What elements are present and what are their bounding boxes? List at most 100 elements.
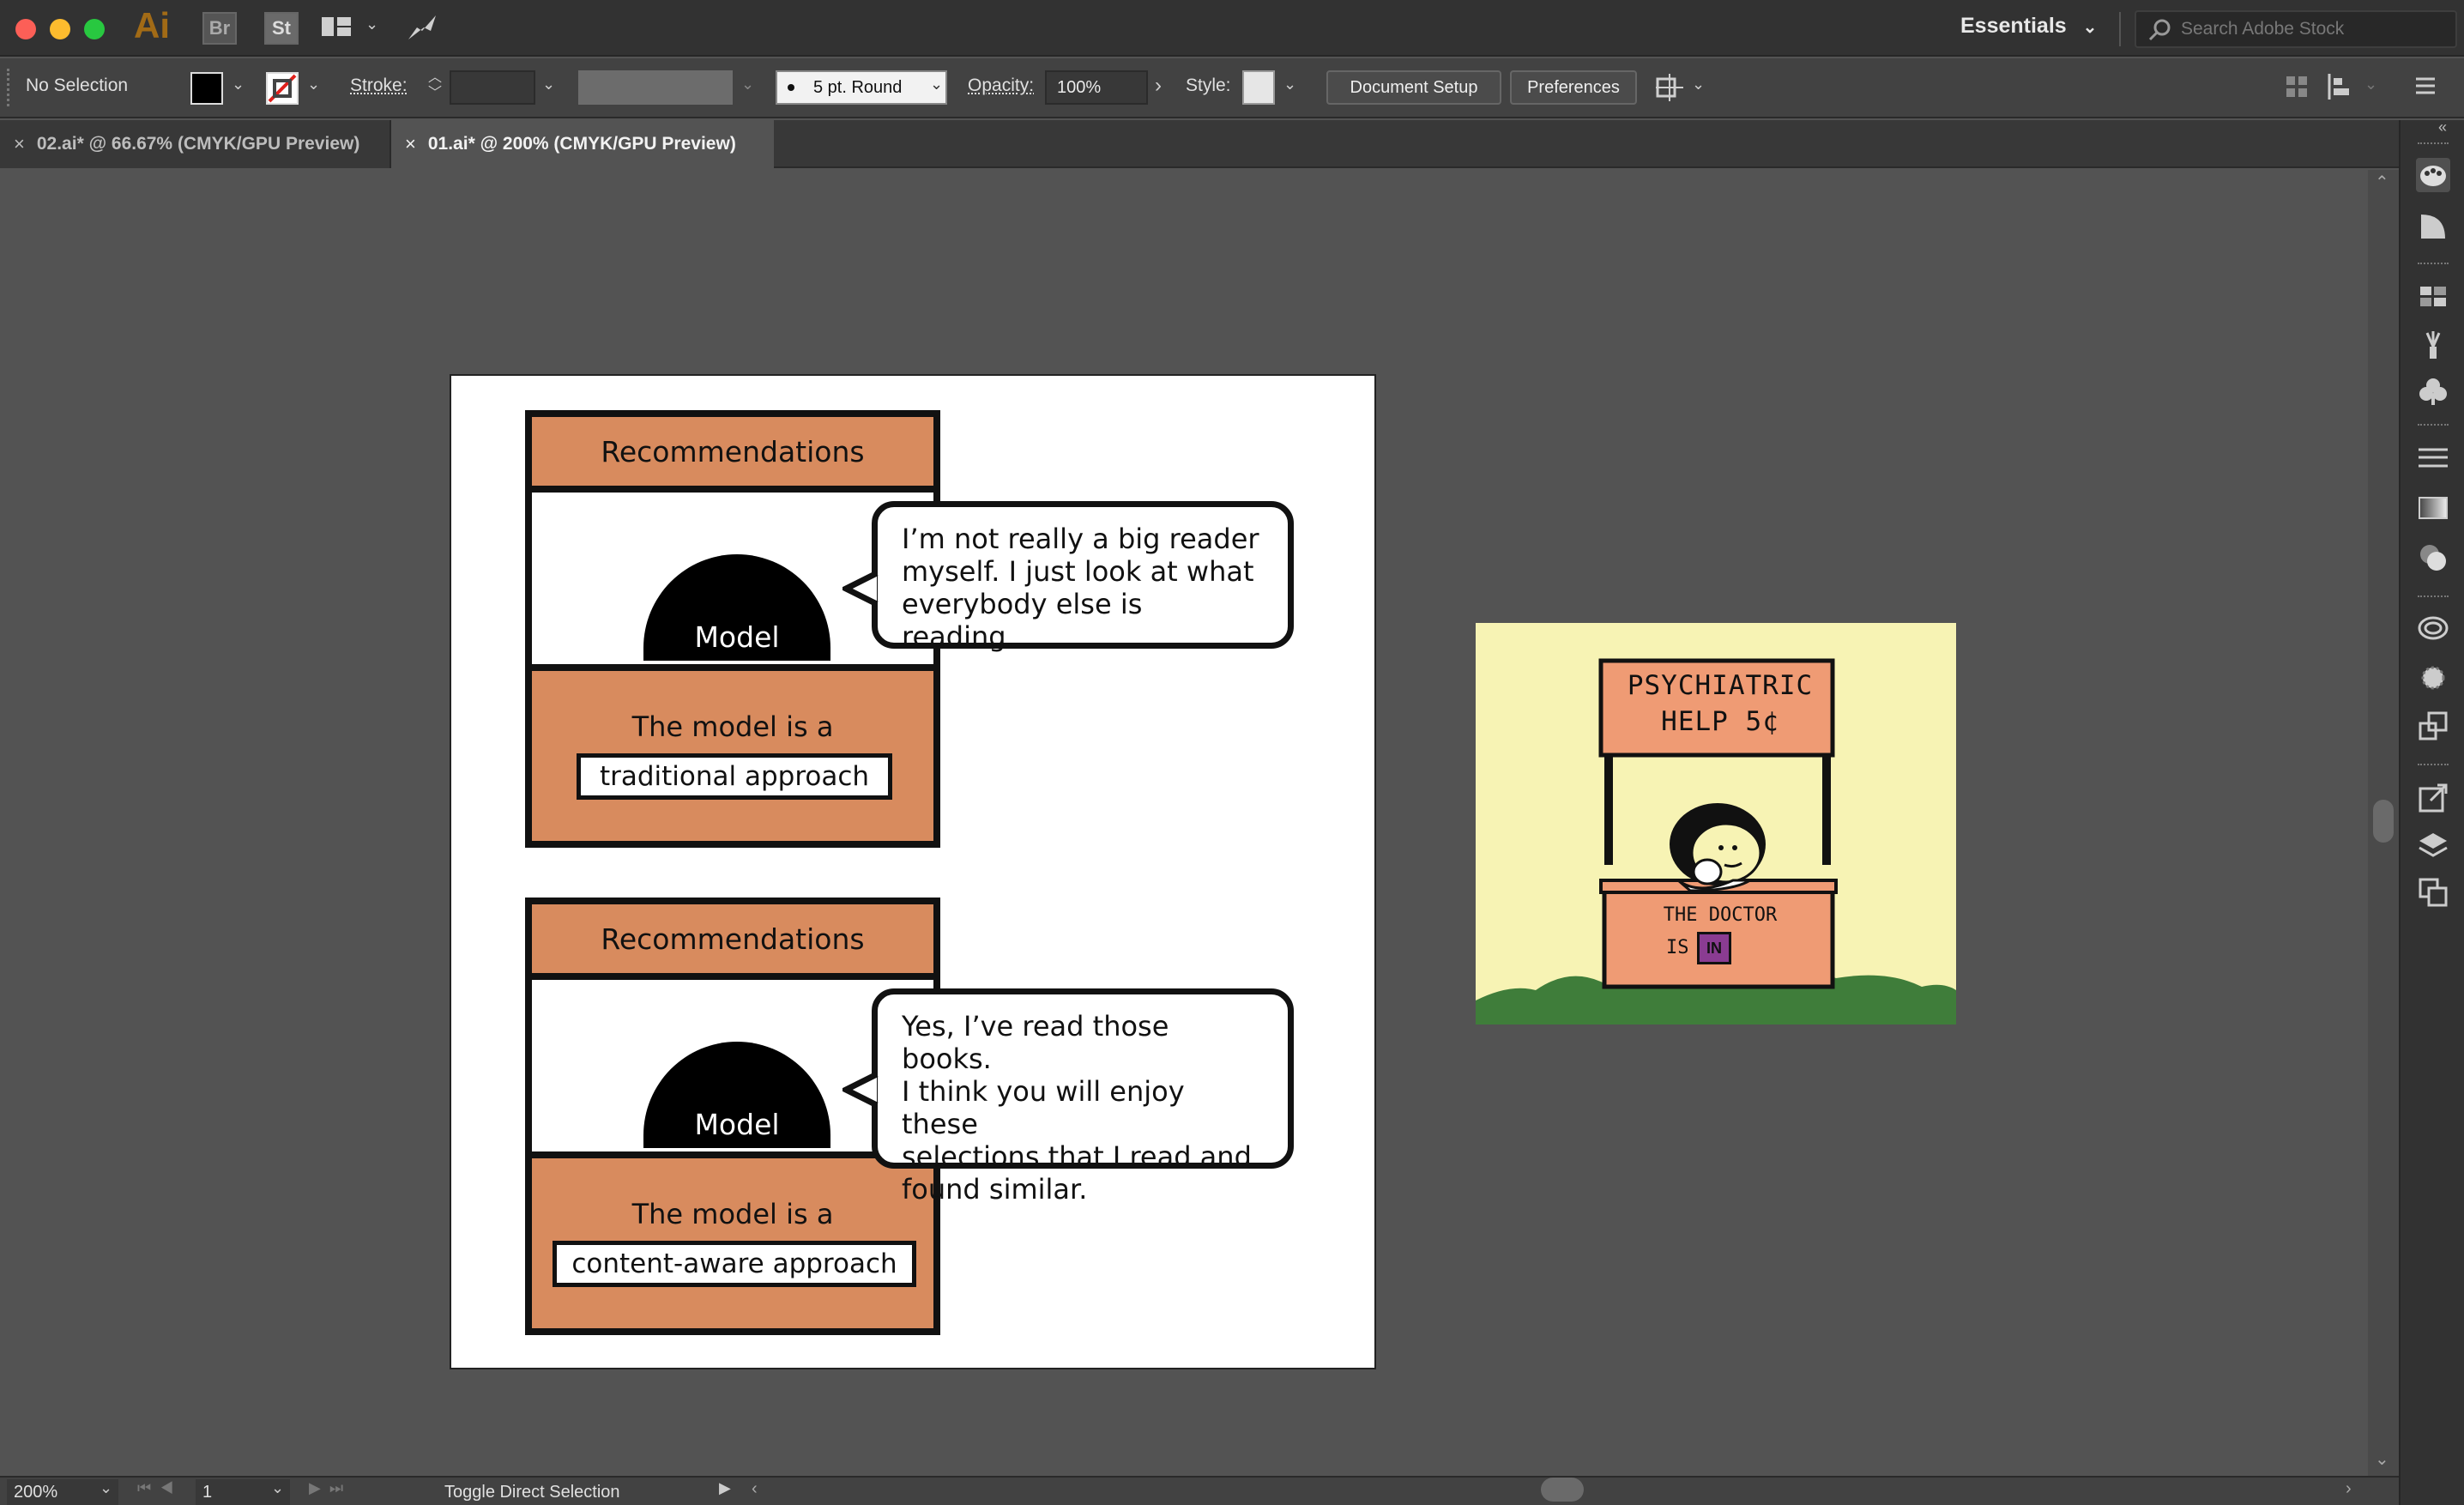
chevron-down-icon[interactable]: ⌄ bbox=[271, 1479, 284, 1497]
opacity-input[interactable]: 100% bbox=[1045, 70, 1148, 105]
gradient-icon[interactable] bbox=[2416, 491, 2450, 525]
gpu-performance-icon[interactable] bbox=[405, 12, 439, 43]
document-setup-button[interactable]: Document Setup bbox=[1326, 70, 1501, 105]
brush-definition[interactable]: 5 pt. Round bbox=[776, 70, 947, 105]
chevron-down-icon[interactable]: ⌄ bbox=[307, 76, 320, 94]
chevron-down-icon[interactable]: ⌄ bbox=[542, 76, 555, 94]
graphic-style-swatch[interactable] bbox=[1242, 70, 1275, 105]
stroke-label[interactable]: Stroke: bbox=[350, 76, 408, 96]
panel-grip[interactable] bbox=[2418, 595, 2449, 599]
speech-bubble: I’m not really a big reader myself. I ju… bbox=[872, 501, 1294, 653]
bubble-line: Yes, I’ve read those books. bbox=[902, 1010, 1169, 1075]
selection-status: No Selection bbox=[26, 76, 129, 95]
brushes-icon[interactable] bbox=[2416, 328, 2450, 362]
approach-label: traditional approach bbox=[577, 753, 892, 800]
collapse-panels-icon[interactable]: « bbox=[2438, 118, 2447, 136]
chevron-down-icon[interactable]: ⌄ bbox=[1283, 76, 1296, 94]
booth-text: THE DOCTOR bbox=[1663, 904, 1778, 926]
chevron-down-icon[interactable]: ⌄ bbox=[930, 76, 943, 94]
panel-footer: The model is a traditional approach bbox=[532, 664, 933, 841]
chevron-right-icon[interactable]: › bbox=[1155, 74, 1162, 98]
status-menu-icon[interactable]: ▶ bbox=[719, 1479, 731, 1497]
model-dome: Model bbox=[643, 1042, 830, 1148]
stroke-weight-stepper[interactable]: ︿ ﹀ bbox=[424, 70, 446, 106]
next-last-artboard-icon[interactable]: ▶⏭ bbox=[309, 1479, 352, 1497]
chevron-down-icon[interactable]: ⌄ bbox=[2364, 76, 2377, 94]
scroll-up-icon[interactable]: ⌃ bbox=[2375, 172, 2389, 193]
symbols-icon[interactable] bbox=[2416, 374, 2450, 408]
minimize-window-button[interactable] bbox=[50, 19, 70, 39]
zoom-window-button[interactable] bbox=[84, 19, 105, 39]
search-stock-input[interactable]: Search Adobe Stock bbox=[2135, 10, 2457, 48]
booth-is-text: IS bbox=[1666, 937, 1689, 958]
style-label: Style: bbox=[1186, 76, 1231, 95]
tab-02-ai[interactable]: × 02.ai* @ 66.67% (CMYK/GPU Preview) bbox=[0, 120, 391, 168]
artboards-icon[interactable] bbox=[2416, 875, 2450, 910]
preferences-button[interactable]: Preferences bbox=[1510, 70, 1637, 105]
panel-grip[interactable] bbox=[2418, 764, 2449, 767]
swatches-icon[interactable] bbox=[2416, 209, 2450, 244]
document-tab-bar: × 02.ai* @ 66.67% (CMYK/GPU Preview) × 0… bbox=[0, 120, 2399, 168]
artboard[interactable]: Recommendations Model The model is a tra… bbox=[450, 374, 1376, 1369]
panel-menu-icon[interactable] bbox=[2414, 76, 2437, 98]
color-guide-icon[interactable] bbox=[2416, 158, 2450, 192]
scroll-down-icon[interactable]: ⌄ bbox=[2375, 1448, 2389, 1470]
search-icon bbox=[2148, 19, 2174, 46]
chevron-down-icon[interactable]: ⌄ bbox=[100, 1479, 112, 1497]
tab-label: 01.ai* @ 200% (CMYK/GPU Preview) bbox=[427, 134, 736, 154]
psychiatric-help-comic[interactable]: PSYCHIATRIC HELP 5¢ THE DOCTOR IS IN bbox=[1476, 623, 1956, 1024]
status-bar: 200% ⌄ ⏮◀ 1 ⌄ ▶⏭ Toggle Direct Selection… bbox=[0, 1476, 2399, 1505]
artboard-number: 1 bbox=[202, 1482, 213, 1502]
vertical-scroll-thumb[interactable] bbox=[2373, 800, 2394, 843]
bubble-line: I’m not really a big reader bbox=[902, 523, 1259, 555]
libraries-icon[interactable] bbox=[2416, 280, 2450, 314]
asset-export-icon[interactable] bbox=[2416, 709, 2450, 743]
divider bbox=[2119, 12, 2121, 46]
variable-width-profile[interactable] bbox=[578, 70, 733, 105]
fill-swatch[interactable] bbox=[190, 72, 223, 105]
workspace-label: Essentials bbox=[1960, 14, 2067, 38]
tab-01-ai[interactable]: × 01.ai* @ 200% (CMYK/GPU Preview) bbox=[391, 120, 774, 168]
workspace-switcher[interactable]: Essentials ⌄ bbox=[1960, 14, 2097, 39]
panel-header: Recommendations bbox=[532, 904, 933, 980]
scroll-right-icon[interactable]: › bbox=[2346, 1479, 2352, 1499]
speech-bubble-tail bbox=[842, 570, 879, 607]
panel-grip[interactable] bbox=[2418, 142, 2449, 146]
stock-icon[interactable]: St bbox=[264, 12, 299, 45]
first-previous-artboard-icon[interactable]: ⏮◀ bbox=[137, 1479, 182, 1497]
panel-grip[interactable] bbox=[2418, 424, 2449, 427]
isolate-icon[interactable] bbox=[2286, 76, 2308, 98]
appearance-icon[interactable] bbox=[2416, 611, 2450, 645]
align-icon[interactable] bbox=[2327, 74, 2356, 100]
chevron-down-icon[interactable]: ⌄ bbox=[365, 15, 378, 33]
chevron-down-icon[interactable]: ⌄ bbox=[232, 76, 245, 94]
opacity-label[interactable]: Opacity: bbox=[968, 76, 1034, 96]
panel-grip[interactable] bbox=[7, 69, 10, 106]
stroke-panel-icon[interactable] bbox=[2416, 441, 2450, 475]
bubble-line: myself. I just look at what bbox=[902, 555, 1254, 588]
scroll-left-icon[interactable]: ‹ bbox=[752, 1479, 758, 1499]
close-tab-icon[interactable]: × bbox=[405, 133, 416, 155]
status-tool-hint: Toggle Direct Selection bbox=[444, 1483, 620, 1502]
close-tab-icon[interactable]: × bbox=[14, 133, 25, 155]
illustrator-logo: Ai bbox=[134, 5, 170, 45]
zoom-level: 200% bbox=[14, 1482, 58, 1502]
bridge-icon[interactable]: Br bbox=[202, 12, 237, 45]
speech-bubble: Yes, I’ve read those books. I think you … bbox=[872, 988, 1294, 1206]
chevron-down-icon[interactable]: ⌄ bbox=[1692, 76, 1705, 94]
layers-icon[interactable] bbox=[2416, 829, 2450, 863]
sign-line: PSYCHIATRIC bbox=[1627, 670, 1814, 701]
close-window-button[interactable] bbox=[15, 19, 36, 39]
transform-icon[interactable] bbox=[1654, 72, 1685, 103]
stroke-weight-input[interactable] bbox=[450, 70, 535, 105]
export-icon[interactable] bbox=[2416, 781, 2450, 815]
arrange-documents-icon[interactable] bbox=[321, 15, 352, 39]
stroke-swatch[interactable] bbox=[266, 72, 299, 105]
horizontal-scroll-thumb[interactable] bbox=[1541, 1478, 1584, 1502]
panel-caption: The model is a bbox=[631, 710, 834, 743]
vertical-scrollbar[interactable]: ⌃ ⌄ bbox=[2368, 170, 2399, 1476]
chevron-down-icon[interactable]: ⌄ bbox=[741, 76, 754, 94]
graphic-styles-icon[interactable] bbox=[2416, 661, 2450, 695]
panel-grip[interactable] bbox=[2418, 263, 2449, 266]
transparency-icon[interactable] bbox=[2416, 541, 2450, 575]
